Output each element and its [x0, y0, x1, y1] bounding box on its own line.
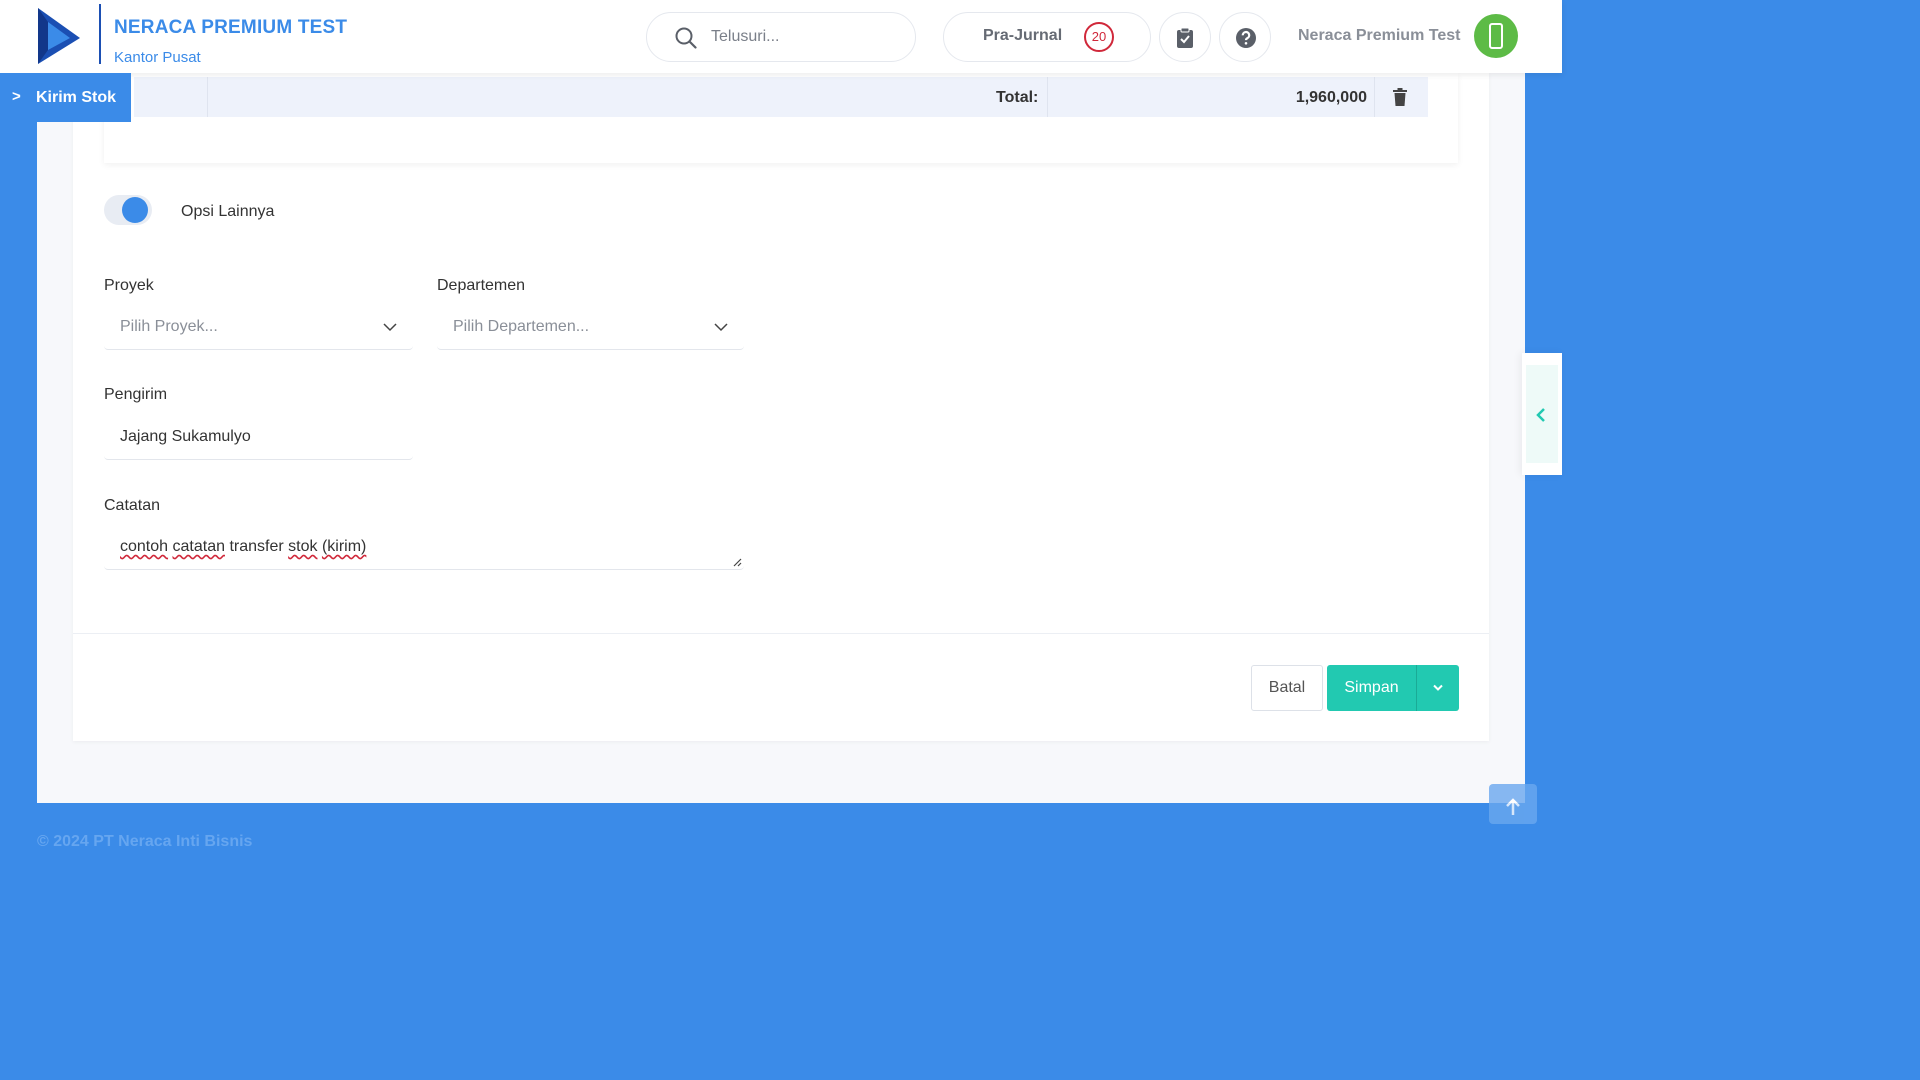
prajurnal-button[interactable]: Pra-Jurnal 20 [943, 12, 1151, 62]
other-options-label: Opsi Lainnya [181, 203, 275, 220]
departemen-select[interactable]: Pilih Departemen... [437, 306, 744, 350]
pengirim-label: Pengirim [104, 386, 168, 403]
chevron-down-icon [383, 323, 397, 332]
chevron-down-icon [714, 323, 728, 332]
company-branch[interactable]: Kantor Pusat [114, 49, 201, 66]
chevron-left-icon [1536, 408, 1545, 422]
prajurnal-label: Pra-Jurnal [983, 27, 1063, 44]
total-value: 1,960,000 [1295, 89, 1367, 106]
proyek-label: Proyek [104, 277, 154, 294]
catatan-value: contoh catatan transfer stok (kirim) [120, 538, 367, 555]
save-options-dropdown[interactable] [1416, 665, 1459, 711]
proyek-select[interactable]: Pilih Proyek... [104, 306, 413, 350]
user-name[interactable]: Neraca Premium Test [1298, 27, 1460, 45]
departemen-placeholder: Pilih Departemen... [453, 318, 590, 335]
catatan-label: Catatan [104, 497, 161, 514]
help-button[interactable] [1219, 12, 1271, 62]
question-circle-icon [1236, 28, 1256, 48]
tasks-button[interactable] [1159, 12, 1211, 62]
card-footer-divider [73, 633, 1489, 634]
logo-divider [99, 4, 101, 64]
pengirim-input[interactable]: Jajang Sukamulyo [104, 416, 413, 460]
side-panel-toggle[interactable] [1522, 353, 1562, 475]
proyek-placeholder: Pilih Proyek... [120, 318, 218, 335]
neraca-logo-icon[interactable] [38, 8, 82, 64]
pengirim-value: Jajang Sukamulyo [120, 428, 251, 445]
breadcrumb[interactable]: > Kirim Stok [0, 73, 131, 122]
company-name[interactable]: NERACA PREMIUM TEST [114, 17, 347, 39]
scroll-top-button[interactable] [1489, 784, 1537, 824]
save-button[interactable]: Simpan [1327, 665, 1416, 711]
mobile-icon [1489, 23, 1503, 49]
chevron-down-icon [1433, 684, 1443, 691]
other-options-toggle[interactable] [104, 195, 152, 225]
prajurnal-count-badge: 20 [1084, 22, 1114, 52]
user-avatar[interactable] [1474, 14, 1518, 58]
trash-icon[interactable] [1392, 88, 1408, 106]
arrow-up-icon [1506, 798, 1520, 815]
form-card [73, 73, 1489, 741]
copyright-text: © 2024 PT Neraca Inti Bisnis [37, 833, 253, 850]
search-icon [675, 27, 697, 49]
departemen-label: Departemen [437, 277, 526, 294]
cancel-button[interactable]: Batal [1251, 665, 1323, 711]
chevron-right-icon: > [12, 88, 21, 105]
total-label: Total: [996, 89, 1039, 106]
catatan-textarea[interactable]: contoh catatan transfer stok (kirim) [104, 526, 744, 570]
clipboard-check-icon [1177, 27, 1193, 48]
top-header: NERACA PREMIUM TEST Kantor Pusat Telusur… [0, 0, 1562, 73]
breadcrumb-current: Kirim Stok [36, 89, 117, 106]
resize-handle-icon[interactable] [732, 557, 742, 567]
search-input[interactable]: Telusuri... [711, 28, 779, 46]
search-box[interactable]: Telusuri... [646, 12, 916, 62]
toggle-knob [122, 197, 148, 223]
